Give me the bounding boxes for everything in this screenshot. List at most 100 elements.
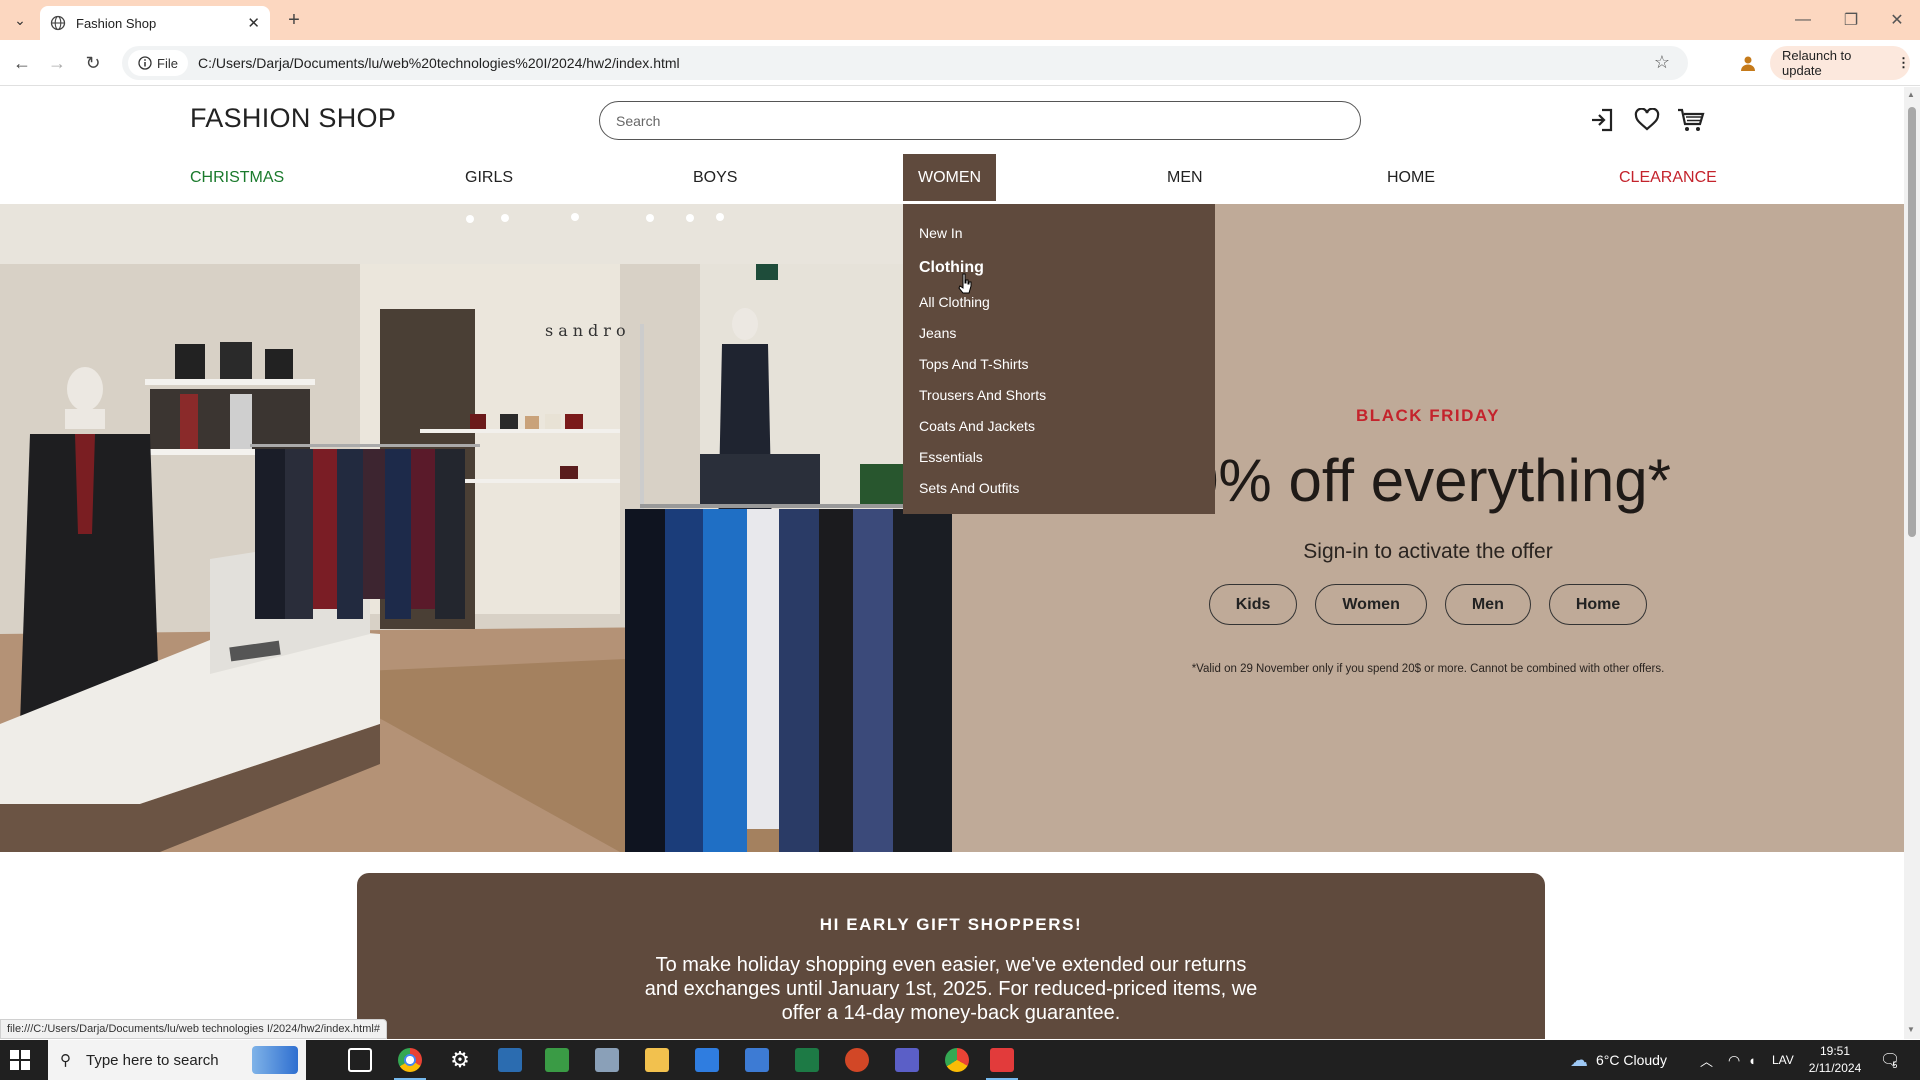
nav-home[interactable]: HOME xyxy=(1387,154,1435,201)
nav-women[interactable]: WOMEN xyxy=(903,154,997,201)
windows-start-icon[interactable] xyxy=(10,1050,30,1070)
taskbar-clock[interactable]: 19:51 2/11/2024 xyxy=(1800,1043,1870,1077)
fine-print: *Valid on 29 November only if you spend … xyxy=(1191,663,1665,675)
close-window-icon[interactable]: ✕ xyxy=(1874,0,1920,40)
windows-taskbar: ⚲ Type here to search ⚙ ☁ 6°C Cloudy ︿ ◠… xyxy=(0,1040,1920,1080)
address-bar[interactable]: File C:/Users/Darja/Documents/lu/web%20t… xyxy=(122,46,1688,80)
volume-icon[interactable]: ◖ xyxy=(1748,1040,1756,1080)
sign-in-icon[interactable] xyxy=(1587,105,1617,135)
nav-christmas[interactable]: CHRISTMAS xyxy=(190,154,284,201)
category-buttons: Kids Women Men Home xyxy=(952,584,1904,625)
url-text[interactable]: C:/Users/Darja/Documents/lu/web%20techno… xyxy=(198,55,680,71)
search-highlight-icon xyxy=(252,1046,298,1074)
notepad-icon[interactable] xyxy=(545,1048,569,1072)
taskbar-search-box[interactable]: ⚲ Type here to search xyxy=(48,1040,306,1080)
wifi-icon[interactable]: ◠ xyxy=(1728,1040,1740,1080)
weather-widget[interactable]: ☁ 6°C Cloudy xyxy=(1570,1040,1667,1080)
dropdown-item[interactable]: Coats And Jackets xyxy=(919,411,1199,442)
nav-label: CHRISTMAS xyxy=(190,168,285,186)
language-label: LAV xyxy=(1772,1053,1794,1067)
page-scrollbar[interactable]: ▲ ▼ xyxy=(1904,87,1920,1039)
nav-label: CLEARANCE xyxy=(1619,168,1717,186)
main-navigation: CHRISTMAS GIRLS BOYS WOMEN MEN HOME CLEA… xyxy=(0,154,1904,201)
scroll-up-icon[interactable]: ▲ xyxy=(1907,90,1915,99)
globe-icon xyxy=(50,15,66,31)
home-button[interactable]: Home xyxy=(1548,584,1648,625)
relaunch-update-button[interactable]: Relaunch to update ⋮ xyxy=(1770,46,1910,80)
browser-tabbar: ⌄ Fashion Shop ✕ + — ❐ ✕ xyxy=(0,0,1920,40)
forward-icon[interactable]: → xyxy=(45,51,69,75)
tab-search-button[interactable]: ⌄ xyxy=(8,8,32,32)
dropdown-item[interactable]: Trousers And Shorts xyxy=(919,380,1199,411)
site-info-chip[interactable]: File xyxy=(128,50,188,76)
powerpoint-icon[interactable] xyxy=(845,1048,869,1072)
profile-icon[interactable] xyxy=(1736,51,1760,75)
tab-title: Fashion Shop xyxy=(76,15,157,31)
clock-date: 2/11/2024 xyxy=(1808,1061,1862,1075)
dropdown-new-in[interactable]: New In xyxy=(919,218,1199,249)
file-explorer-icon[interactable] xyxy=(645,1048,669,1072)
notification-center-icon[interactable]: 🗨 5 xyxy=(1880,1040,1900,1080)
dropdown-item[interactable]: Essentials xyxy=(919,442,1199,473)
nav-label: GIRLS xyxy=(465,168,514,186)
minimize-icon[interactable]: — xyxy=(1780,0,1826,40)
store-sign: sandro xyxy=(545,321,631,340)
settings-gear-icon[interactable]: ⚙ xyxy=(448,1048,472,1072)
browser-toolbar: ← → ↻ File C:/Users/Darja/Documents/lu/w… xyxy=(0,40,1920,86)
wishlist-heart-icon[interactable] xyxy=(1632,105,1662,135)
back-icon[interactable]: ← xyxy=(10,51,34,75)
new-tab-button[interactable]: + xyxy=(282,8,306,32)
chrome-profile-icon[interactable] xyxy=(945,1048,969,1072)
dropdown-item[interactable]: Sets And Outfits xyxy=(919,473,1199,504)
gift-shoppers-banner: HI EARLY GIFT SHOPPERS! To make holiday … xyxy=(357,873,1545,1039)
store-interior-photo: sandro xyxy=(0,204,952,852)
close-tab-icon[interactable]: ✕ xyxy=(247,14,260,32)
language-indicator[interactable]: LAV xyxy=(1772,1040,1794,1080)
excel-icon[interactable] xyxy=(795,1048,819,1072)
women-dropdown-menu: New In Clothing All Clothing Jeans Tops … xyxy=(903,204,1215,514)
kids-button[interactable]: Kids xyxy=(1208,584,1298,625)
nav-clearance[interactable]: CLEARANCE xyxy=(1619,154,1717,201)
file-label: File xyxy=(157,55,178,71)
nav-label: WOMEN xyxy=(918,168,982,186)
tray-chevron-icon[interactable]: ︿ xyxy=(1700,1040,1713,1080)
dropdown-item[interactable]: Tops And T-Shirts xyxy=(919,349,1199,380)
reload-icon[interactable]: ↻ xyxy=(81,51,105,75)
site-logo[interactable]: FASHION SHOP xyxy=(190,103,396,134)
status-bar-url: file:///C:/Users/Darja/Documents/lu/web … xyxy=(0,1019,387,1039)
browser-tab[interactable]: Fashion Shop ✕ xyxy=(40,6,270,40)
task-view-icon[interactable] xyxy=(348,1048,372,1072)
scroll-down-icon[interactable]: ▼ xyxy=(1907,1025,1915,1034)
notification-count: 5 xyxy=(1892,1060,1898,1070)
nav-girls[interactable]: GIRLS xyxy=(465,154,513,201)
taskbar-search-placeholder: Type here to search xyxy=(86,1051,219,1069)
snipping-tool-icon[interactable] xyxy=(595,1048,619,1072)
microsoft-store-icon[interactable] xyxy=(745,1048,769,1072)
nav-boys[interactable]: BOYS xyxy=(693,154,737,201)
signin-prompt: Sign-in to activate the offer xyxy=(1303,540,1553,563)
app-icon-red[interactable] xyxy=(986,1048,1018,1080)
dropdown-item[interactable]: Jeans xyxy=(919,318,1199,349)
nav-label: BOYS xyxy=(693,168,738,186)
men-button[interactable]: Men xyxy=(1444,584,1531,625)
mouse-pointer-icon xyxy=(958,273,972,294)
cart-icon[interactable] xyxy=(1676,105,1706,135)
more-menu-icon[interactable]: ⋮ xyxy=(1897,55,1910,71)
clock-time: 19:51 xyxy=(1819,1044,1851,1058)
page-viewport: FASHION SHOP CHRISTMAS GIRLS BOYS WOMEN … xyxy=(0,87,1904,1039)
search-icon: ⚲ xyxy=(60,1052,71,1069)
weather-text: 6°C Cloudy xyxy=(1596,1052,1667,1068)
teams-icon[interactable] xyxy=(895,1048,919,1072)
scroll-thumb[interactable] xyxy=(1908,107,1916,537)
chrome-icon[interactable] xyxy=(394,1048,426,1080)
relaunch-label: Relaunch to update xyxy=(1782,48,1852,78)
nav-label: HOME xyxy=(1387,168,1435,186)
women-button[interactable]: Women xyxy=(1315,584,1427,625)
cloud-icon: ☁ xyxy=(1570,1049,1588,1070)
site-search-input[interactable] xyxy=(599,101,1361,140)
restore-icon[interactable]: ❐ xyxy=(1828,0,1874,40)
nav-men[interactable]: MEN xyxy=(1167,154,1203,201)
bookmark-star-icon[interactable]: ☆ xyxy=(1654,52,1670,73)
vscode-icon[interactable] xyxy=(695,1048,719,1072)
calculator-icon[interactable] xyxy=(498,1048,522,1072)
